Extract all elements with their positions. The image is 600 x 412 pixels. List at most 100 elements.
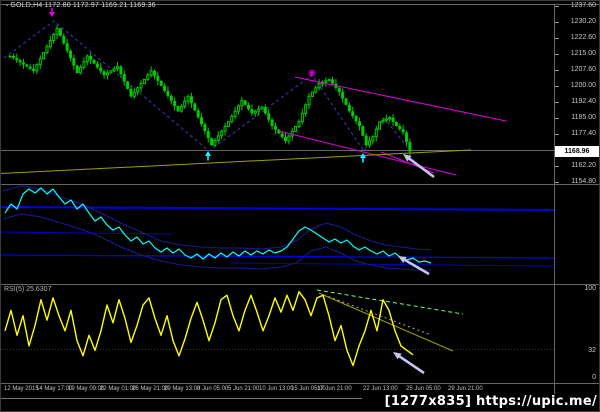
mt4-chart-window: ▪ GOLD,H4 1172.80 1172.97 1169.21 1169.36… [0, 0, 600, 412]
candle-body-down [166, 90, 170, 96]
price-axis-tick [555, 5, 559, 7]
candle-body-up [48, 39, 52, 48]
price-axis-label: 1162.20 [571, 161, 596, 169]
down-arrow-marker [49, 12, 55, 17]
candle-body-down [65, 43, 69, 51]
candle-body-down [11, 55, 15, 59]
candle-body-down [270, 119, 274, 127]
candle-body-down [62, 35, 66, 44]
candle-body-down [32, 68, 36, 71]
candle-body-up [38, 58, 42, 66]
rsi-axis-label: 32 [588, 347, 596, 354]
candle-body-down [15, 58, 19, 61]
indicator-level-line [1, 254, 555, 259]
candle-body-up [149, 70, 153, 76]
candle-body-up [314, 87, 318, 93]
candle-body-down [331, 79, 335, 84]
candle-body-up [374, 128, 378, 138]
candle-body-up [216, 135, 220, 141]
candle-body-up [35, 64, 39, 72]
time-axis-label: 19 May 09:00 [68, 386, 105, 392]
price-axis-label: 1177.40 [571, 129, 596, 137]
candle-body-down [159, 80, 163, 86]
candle-body-down [126, 81, 130, 89]
candle-body-up [233, 110, 237, 117]
candle-body-down [21, 62, 25, 65]
time-axis-label: 29 May 13:00 [164, 386, 201, 392]
upper-band-line [2, 185, 432, 251]
pointer-arrow [406, 155, 435, 179]
candle-body-up [142, 78, 146, 85]
candle-body-up [136, 87, 140, 93]
candle-body-up [116, 66, 120, 70]
panel-divider[interactable] [1, 284, 599, 285]
candle-body-up [371, 136, 375, 142]
chart-canvas[interactable] [1, 1, 600, 412]
rsi-axis-label: 100 [584, 285, 596, 292]
candle-body-up [186, 95, 190, 102]
candle-body-down [196, 110, 200, 118]
candle-body-down [351, 111, 355, 117]
candle-body-up [260, 106, 264, 110]
price-axis-label: 1185.00 [571, 113, 596, 121]
candle-body-down [200, 117, 204, 125]
candle-body-down [210, 138, 214, 146]
price-axis-label: 1207.60 [570, 65, 596, 73]
watermark: [1277x835] https://upic.me/ [362, 394, 599, 411]
candle-body-down [18, 60, 22, 63]
price-axis-label: 1192.40 [571, 97, 596, 105]
up-arrow-marker [207, 156, 209, 161]
candle-body-down [75, 65, 79, 73]
price-axis-tick [555, 181, 559, 183]
candle-body-down [189, 96, 193, 104]
price-axis-label: 1154.80 [571, 177, 596, 185]
candle-body-down [173, 100, 177, 107]
candle-body-down [267, 113, 271, 120]
candle-body-up [179, 105, 183, 112]
candle-body-down [280, 133, 284, 138]
candle-body-up [240, 100, 244, 107]
candle-body-up [52, 34, 56, 41]
candle-body-down [193, 103, 197, 111]
price-axis-tick [555, 21, 559, 23]
candle-body-down [263, 106, 267, 114]
candle-body-up [368, 140, 372, 146]
candle-body-up [230, 115, 234, 123]
time-axis-label: 29 Jun 21:00 [448, 386, 483, 392]
candle-body-down [72, 58, 76, 66]
candle-body-down [89, 55, 93, 60]
time-axis-label: 10 Jun 13:00 [259, 386, 294, 392]
panel-divider[interactable] [1, 383, 599, 384]
candle-body-down [408, 141, 412, 152]
price-axis-tick [555, 101, 559, 103]
time-axis-label: 3 Jun 05:00 [197, 386, 229, 392]
candle-body-up [381, 119, 385, 123]
candle-body-up [257, 108, 261, 112]
current-price-box: 1168.96 [555, 146, 599, 157]
candle-body-up [82, 61, 86, 68]
candle-body-up [253, 110, 257, 114]
candle-body-up [79, 66, 83, 74]
price-axis-label: 1215.00 [570, 49, 596, 57]
candle-body-up [139, 83, 143, 89]
price-axis-label: 1230.20 [570, 17, 596, 25]
rsi-line [4, 290, 414, 367]
time-axis-label: 22 Jun 13:00 [363, 386, 398, 392]
candle-body-up [304, 104, 308, 114]
candle-body-down [250, 109, 254, 114]
candle-body-up [42, 52, 46, 60]
candle-body-up [146, 74, 150, 80]
price-axis-label: 1237.60 [570, 1, 596, 9]
candle-body-down [247, 104, 251, 110]
time-axis-label: 22 May 01:00 [100, 386, 137, 392]
panel-divider[interactable] [1, 184, 599, 185]
time-axis-label: 17 Jun 21:00 [317, 386, 352, 392]
candle-body-down [119, 66, 123, 75]
price-axis-label: 1200.00 [570, 81, 596, 89]
candle-body-down [364, 135, 368, 146]
price-axis-tick [555, 133, 559, 135]
candle-body-down [156, 75, 160, 81]
candle-body-up [226, 121, 230, 127]
rsi-axis-label: 0 [592, 374, 596, 381]
indicator-level-line [1, 206, 555, 211]
